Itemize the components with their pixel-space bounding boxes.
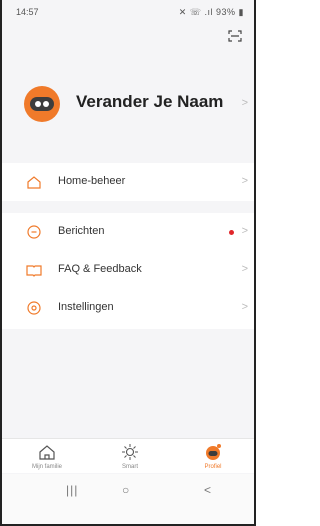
avatar-eye: [43, 101, 49, 107]
sun-icon: [122, 444, 138, 460]
tab-profile[interactable]: Profiel: [183, 442, 243, 473]
system-nav-bar: ||| ○ <: [2, 474, 254, 524]
chevron-right-icon: >: [241, 225, 248, 237]
home-icon: [39, 445, 55, 460]
chevron-right-icon: >: [241, 301, 248, 313]
menu-item-home[interactable]: Home-beheer >: [2, 163, 254, 201]
menu-item-messages-label: Berichten: [58, 225, 105, 237]
tab-home[interactable]: Mijn familie: [17, 442, 77, 473]
home-icon: [27, 176, 41, 189]
menu-item-messages[interactable]: Berichten >: [2, 213, 254, 251]
status-bar: 14:57 ✕ ☏ .ıl 93% ▮: [2, 0, 254, 22]
tab-smart[interactable]: Smart: [100, 442, 160, 473]
avatar[interactable]: [24, 86, 60, 122]
tab-profile-label: Profiel: [204, 464, 222, 470]
status-indicators: ✕ ☏ .ıl 93% ▮: [178, 7, 244, 17]
phone-screen: 14:57 ✕ ☏ .ıl 93% ▮ Verander Je Naam > H…: [0, 0, 256, 526]
home-button-icon[interactable]: ○: [122, 483, 129, 497]
status-time: 14:57: [16, 7, 39, 17]
unread-dot: [229, 230, 234, 235]
menu-item-settings[interactable]: Instellingen >: [2, 289, 254, 327]
message-icon: [27, 225, 41, 239]
tab-home-label: Mijn familie: [31, 464, 62, 470]
menu-card-home: Home-beheer >: [2, 163, 254, 201]
avatar-face: [30, 97, 54, 111]
chevron-right-icon: >: [241, 97, 248, 109]
settings-icon: [27, 301, 41, 315]
profile-name[interactable]: Verander Je Naam: [76, 92, 223, 112]
profile-icon: [206, 444, 221, 460]
menu-item-home-label: Home-beheer: [58, 175, 126, 187]
chevron-right-icon: >: [241, 263, 248, 275]
scan-icon[interactable]: [228, 30, 242, 42]
bottom-tab-bar: Mijn familie Smart Profiel: [2, 438, 254, 473]
menu-item-settings-label: Instellingen: [58, 301, 114, 313]
profile-header[interactable]: Verander Je Naam >: [2, 74, 254, 132]
recent-apps-icon[interactable]: |||: [66, 483, 78, 497]
avatar-eye: [35, 101, 41, 107]
tab-smart-label: Smart: [121, 464, 138, 470]
menu-card-main: Berichten > FAQ & Feedback > Instellinge…: [2, 213, 254, 329]
book-icon: [26, 265, 42, 277]
menu-item-faq[interactable]: FAQ & Feedback >: [2, 251, 254, 289]
back-icon[interactable]: <: [204, 483, 211, 497]
chevron-right-icon: >: [241, 175, 248, 187]
menu-item-faq-label: FAQ & Feedback: [58, 263, 142, 275]
